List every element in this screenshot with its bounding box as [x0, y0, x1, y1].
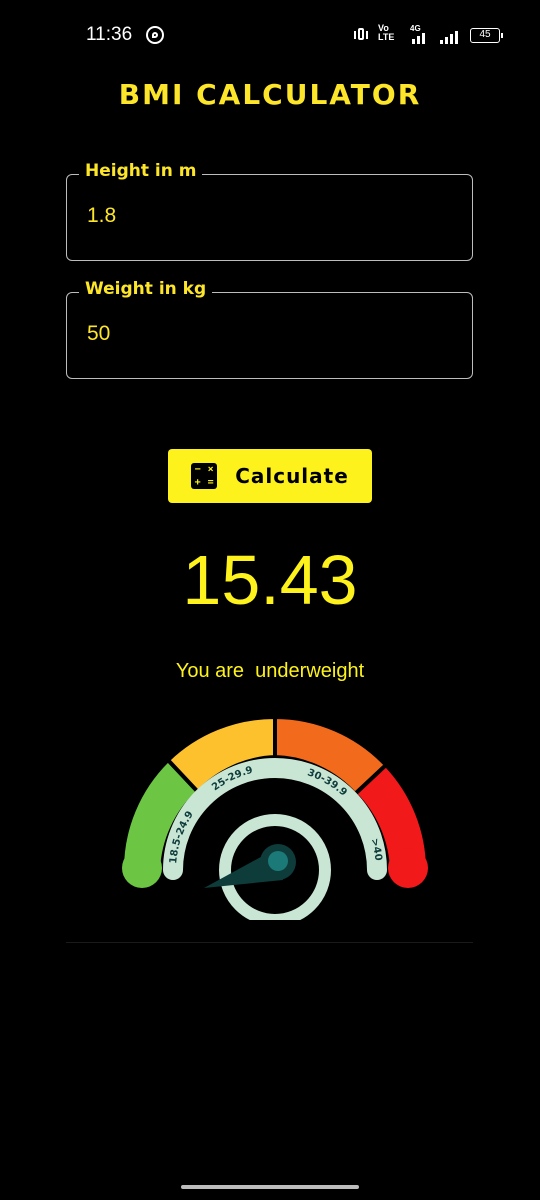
- height-field[interactable]: Height in m: [66, 161, 473, 261]
- calculate-button-label: Calculate: [235, 464, 349, 488]
- calculator-icon: − × + =: [191, 463, 218, 489]
- gesture-nav-bar[interactable]: [181, 1185, 359, 1189]
- vibrate-icon: [354, 27, 368, 43]
- whatsapp-icon: [146, 26, 164, 44]
- battery-icon: 45: [470, 28, 503, 43]
- signal-icon: [440, 30, 458, 44]
- weight-field[interactable]: Weight in kg: [66, 279, 473, 379]
- signal-4g-icon: 4G: [410, 24, 432, 46]
- bmi-gauge: 18.5-24.9 25-29.9 30-39.9 >40: [119, 714, 431, 920]
- calculate-button[interactable]: − × + = Calculate: [168, 449, 372, 503]
- height-field-label: Height in m: [79, 161, 203, 181]
- divider: [66, 942, 473, 943]
- status-bar: 11:36 Vo LTE 4G 45: [0, 0, 540, 72]
- bmi-message: You are underweight: [175, 660, 365, 682]
- volte-icon: Vo LTE: [378, 23, 395, 42]
- app-title: BMI CALCULATOR: [118, 78, 422, 111]
- bmi-value: 15.43: [182, 541, 358, 619]
- weight-field-label: Weight in kg: [79, 279, 213, 299]
- weight-input[interactable]: [85, 321, 449, 347]
- status-time: 11:36: [86, 24, 133, 45]
- height-input[interactable]: [85, 203, 449, 229]
